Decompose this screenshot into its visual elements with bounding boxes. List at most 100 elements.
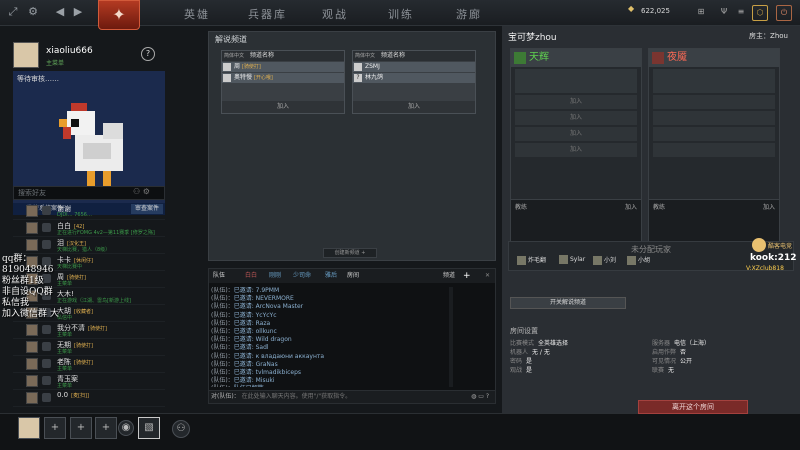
group-icon[interactable]: ⚇	[172, 420, 190, 438]
team-slot[interactable]	[653, 69, 775, 93]
friend-row[interactable]: 老陈 [骑使打] 主菜单	[13, 356, 165, 373]
channel-row[interactable]: ? 林九鸽	[353, 73, 475, 83]
unassigned-player[interactable]: Sylar	[559, 255, 585, 264]
power-icon[interactable]: ⏻	[776, 5, 792, 21]
username: xiaoliu666	[46, 46, 93, 56]
team-slot[interactable]	[515, 69, 637, 93]
coach-join-button[interactable]: 加入	[763, 202, 775, 211]
friend-row[interactable]: 无期 [骑使打] 主菜单	[13, 339, 165, 356]
friend-avatar[interactable]	[26, 358, 38, 370]
plus-icon[interactable]: ⬡	[752, 5, 768, 21]
channel-row[interactable]: 周 [骑使打]	[222, 62, 344, 72]
chat-tab[interactable]: 队伍	[213, 269, 225, 283]
dire-team: 夜魇 教练 加入	[648, 48, 780, 245]
unassigned-player[interactable]: 炸毛翻	[517, 255, 546, 265]
join-channel-button[interactable]: 加入	[222, 101, 344, 113]
nav-learn[interactable]: 训练	[388, 6, 414, 22]
chat-tab[interactable]: 刚刚	[269, 269, 281, 283]
create-channel-button[interactable]: 创建新频道 +	[323, 248, 377, 258]
setting-value: 全英雄选择	[538, 340, 569, 347]
team-slot[interactable]: 加入	[515, 95, 637, 109]
leave-lobby-button[interactable]: 离开这个房间	[638, 400, 748, 414]
friend-avatar[interactable]	[26, 375, 38, 387]
friend-row[interactable]: 泪 [汉化王] 天梯比赛，猎人（8级）	[13, 237, 165, 254]
friend-status: DJDI… 7656…	[57, 212, 92, 218]
team-slot[interactable]	[653, 95, 775, 109]
party-slot-icon[interactable]: +	[70, 417, 92, 439]
ranked-icon[interactable]: ▧	[138, 417, 160, 439]
lobby-name: 宝可梦zhou	[508, 33, 557, 43]
friend-avatar[interactable]	[26, 392, 38, 404]
chat-tab[interactable]: 房间	[347, 269, 359, 283]
back-arrow-icon[interactable]: ◀	[52, 4, 68, 20]
team-slot[interactable]: 加入	[515, 127, 637, 141]
team-slot[interactable]: 加入	[515, 111, 637, 125]
chat-input[interactable]: 对(队伍)： 在此处输入聊天内容。使用"/"获取指令。 ◍ ▭ ?	[209, 390, 495, 403]
channel-row[interactable]: 奥特慢 [开心哦]	[222, 73, 344, 83]
settings-sliders-icon[interactable]: ≡	[733, 5, 749, 21]
chat-tools-icons[interactable]: ◍ ▭ ?	[471, 391, 489, 403]
party-slot-icon[interactable]: +	[44, 417, 66, 439]
unassigned-player[interactable]: 小胡	[627, 255, 650, 265]
add-tab-icon[interactable]: +	[463, 269, 471, 283]
forward-arrow-icon[interactable]: ▶	[70, 4, 86, 20]
chat-channel: (队伍)：	[211, 319, 234, 327]
join-channel-button[interactable]: 加入	[353, 101, 475, 113]
fork-icon[interactable]: Ψ	[716, 5, 732, 21]
friend-avatar[interactable]	[26, 222, 38, 234]
chat-tab[interactable]: 白白	[245, 269, 257, 283]
team-slot[interactable]: 加入	[515, 143, 637, 157]
party-avatar[interactable]	[18, 417, 40, 439]
friend-avatar[interactable]	[26, 341, 38, 353]
friend-tag: [骑使打]	[74, 360, 93, 366]
gear-icon[interactable]: ⚙	[25, 4, 41, 20]
avatar[interactable]	[13, 42, 39, 68]
friend-avatar[interactable]	[26, 324, 38, 336]
chat-tab[interactable]: 雅后	[325, 269, 337, 283]
channels-tab[interactable]: 频道	[443, 269, 455, 283]
coach-join-button[interactable]: 加入	[625, 202, 637, 211]
channel-list-left: 简体中文 频道名称 周 [骑使打] 奥特慢 [开心哦] 加入	[221, 50, 345, 114]
close-icon[interactable]: ✕	[485, 269, 490, 283]
chat-text: 已邀请: Misuki	[233, 377, 275, 385]
friend-row[interactable]: 谢谢 DJDI… 7656…	[13, 203, 165, 220]
party-slot-icon[interactable]: +	[95, 417, 117, 439]
friend-avatar[interactable]	[26, 239, 38, 251]
team-slot[interactable]	[653, 143, 775, 157]
team-slot[interactable]	[653, 111, 775, 125]
unassigned-player[interactable]: 小刘	[593, 255, 616, 265]
chat-tab[interactable]: 少司命	[293, 269, 311, 283]
nav-arcade[interactable]: 游廊	[456, 6, 482, 22]
chat-scrollbar[interactable]	[449, 287, 453, 387]
friend-avatar[interactable]	[26, 205, 38, 217]
toggle-caster-channel-button[interactable]: 开关解说频道	[510, 297, 626, 309]
dota-logo-button[interactable]: ✦	[98, 0, 140, 30]
chat-channel: (队伍)：	[211, 287, 234, 294]
nav-watch[interactable]: 观战	[322, 6, 348, 22]
channel-row[interactable]: ZSMJ	[353, 62, 475, 72]
friend-rank-icon	[42, 359, 51, 368]
friend-row[interactable]: 0.0 [麦[扫]]	[13, 390, 165, 407]
setting-value: 否	[680, 349, 687, 356]
channel-name-header: 频道名称	[381, 52, 406, 59]
friend-rank-icon	[42, 206, 51, 215]
help-icon[interactable]: ?	[141, 47, 155, 61]
setting-key: 观战	[510, 367, 523, 374]
setting-row: 联赛无	[652, 365, 674, 374]
voice-icon[interactable]: ◉	[118, 420, 134, 436]
host-name: Zhou	[770, 32, 788, 40]
friend-row[interactable]: 白白 [42] 正在进行FOMG 4v2—第11赛季 [修罗之殇]	[13, 220, 165, 237]
nav-armory[interactable]: 兵器库	[248, 6, 287, 22]
friend-options-icons[interactable]: ⚇ ⚙	[133, 187, 150, 196]
setting-value: 是	[526, 367, 533, 374]
radiant-header: 天辉	[511, 49, 641, 67]
friend-row[interactable]: 我分不清 [骑使打] 主菜单	[13, 322, 165, 339]
nav-heroes[interactable]: 英雄	[184, 6, 210, 22]
shards-count: 622,025	[641, 7, 670, 15]
store-icon[interactable]: ⊞	[693, 5, 709, 21]
friend-row[interactable]: 青玉案 主菜单	[13, 373, 165, 390]
chat-input-prefix: 对(队伍)：	[211, 393, 240, 400]
exit-icon[interactable]: ⤢	[5, 4, 21, 20]
team-slot[interactable]	[653, 127, 775, 141]
lobby-settings: 房间设置 比赛模式 全英雄选择 服务器 电信（上海） 机器人无 / 无 启用作弊否 …	[510, 326, 794, 382]
